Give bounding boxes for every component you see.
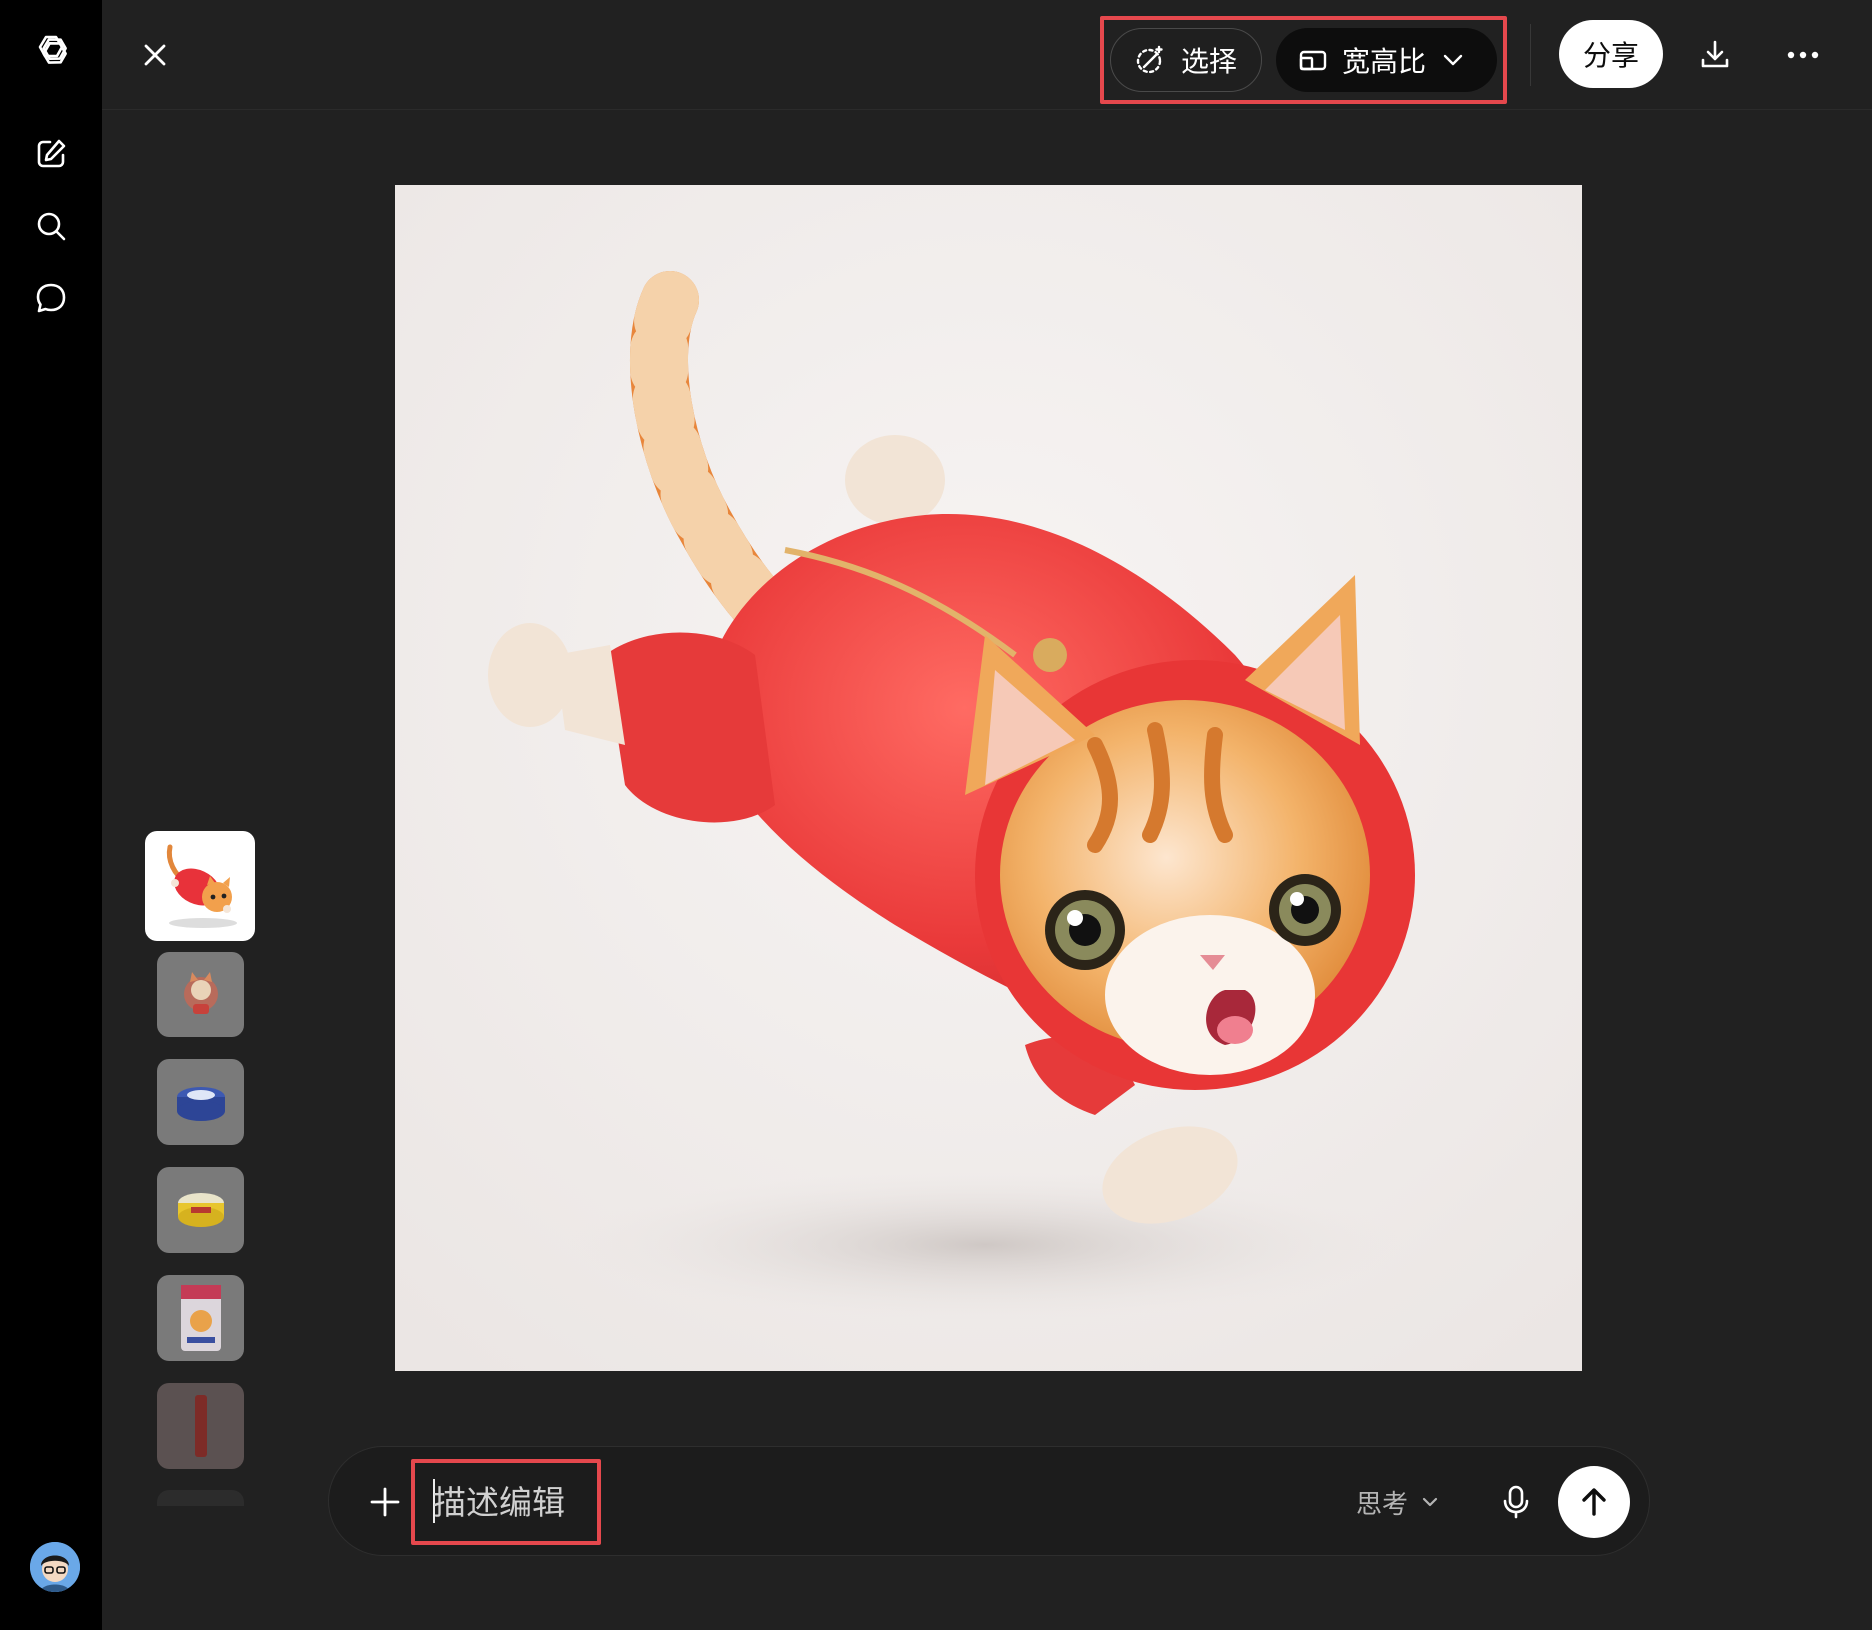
aspect-ratio-label: 宽高比	[1342, 45, 1427, 78]
more-button[interactable]	[1777, 30, 1829, 80]
edit-prompt-box	[411, 1459, 601, 1545]
microphone-icon	[1503, 1485, 1529, 1519]
edit-prompt-input[interactable]	[433, 1479, 583, 1525]
cat-illustration	[395, 185, 1582, 1371]
generated-image-canvas[interactable]	[395, 185, 1582, 1371]
thumbnail-yellow-can[interactable]	[157, 1167, 244, 1253]
download-icon	[1701, 40, 1729, 68]
close-button[interactable]	[130, 30, 180, 80]
composer: 思考	[328, 1446, 1650, 1556]
arrow-up-icon	[1582, 1488, 1606, 1516]
think-mode-label: 思考	[1356, 1489, 1409, 1520]
close-icon	[144, 44, 166, 66]
share-button[interactable]: 分享	[1559, 20, 1663, 88]
edit-tools-group: 选择 宽高比	[1100, 16, 1507, 104]
thumbnail-partial[interactable]	[157, 1490, 244, 1506]
send-button[interactable]	[1558, 1466, 1630, 1538]
search-icon[interactable]	[27, 202, 75, 250]
avatar[interactable]	[30, 1542, 80, 1592]
chat-bubble-icon[interactable]	[27, 274, 75, 322]
new-chat-icon[interactable]	[27, 130, 75, 178]
download-button[interactable]	[1690, 30, 1740, 80]
thumbnail-red-stick[interactable]	[157, 1383, 244, 1469]
thumbnail-blue-can[interactable]	[157, 1059, 244, 1145]
select-button[interactable]: 选择	[1110, 28, 1262, 92]
more-icon	[1787, 51, 1819, 59]
select-label: 选择	[1181, 45, 1238, 78]
chevron-down-icon	[1443, 54, 1463, 66]
top-bar: 选择 宽高比 分享	[102, 0, 1872, 110]
think-mode-dropdown[interactable]: 思考	[1356, 1477, 1440, 1527]
microphone-button[interactable]	[1491, 1477, 1541, 1527]
divider	[1530, 24, 1531, 86]
thumbnail-current-cat[interactable]	[145, 831, 255, 941]
aspect-ratio-dropdown[interactable]: 宽高比	[1276, 28, 1497, 92]
thumbnail-cat-toy[interactable]	[157, 952, 244, 1037]
openai-logo-icon[interactable]	[27, 27, 75, 75]
select-sparkle-icon	[1136, 45, 1163, 74]
add-attachment-button[interactable]	[359, 1476, 411, 1528]
left-rail	[0, 0, 102, 1630]
plus-icon	[370, 1487, 400, 1517]
thumbnail-food-bag[interactable]	[157, 1275, 244, 1361]
chevron-down-icon	[1422, 1497, 1438, 1507]
image-editor: 选择 宽高比 分享 描述编辑 思考	[102, 0, 1872, 1630]
aspect-ratio-icon	[1299, 50, 1327, 71]
